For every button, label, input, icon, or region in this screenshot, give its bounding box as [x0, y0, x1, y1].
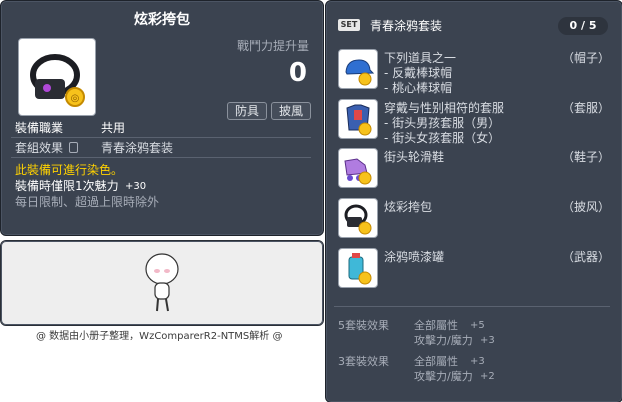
tag-armor: 防具: [227, 102, 267, 120]
set-item-line: 穿戴与性别相符的套服: [384, 101, 505, 115]
set-item-slot: （套服）: [562, 101, 611, 115]
lock-icon: [69, 142, 78, 153]
dye-note: 此裝備可進行染色。: [15, 163, 124, 177]
item-name: 炫彩挎包: [134, 12, 190, 28]
skates-icon: [344, 158, 372, 185]
set-effect-value: +3: [480, 335, 495, 346]
set-effect-stat: 攻擊力/魔力: [414, 370, 473, 383]
set-label: 套組效果: [15, 141, 64, 155]
set-item-icon: [338, 99, 378, 139]
set-item-slot: （帽子）: [562, 51, 611, 65]
set-effect-stat: 全部屬性: [414, 355, 458, 368]
set-item-icon: [338, 49, 378, 89]
set-item-slot: （披风）: [562, 200, 611, 214]
divider: [11, 137, 311, 138]
set-effect-value: +3: [470, 356, 485, 367]
outfit-icon: [346, 104, 372, 136]
item-image: ◎: [18, 38, 96, 116]
set-item-icon: [338, 198, 378, 238]
character-preview-panel: [0, 240, 324, 326]
set-item-line: - 街头女孩套服（女）: [384, 131, 501, 145]
set-item-slot: （鞋子）: [562, 150, 611, 164]
crossbody-bag-icon: ◎: [30, 54, 85, 107]
set-item-slot: （武器）: [562, 250, 611, 264]
set-effect-title: 5套裝效果: [338, 319, 389, 332]
set-effect-title: 3套裝效果: [338, 355, 389, 368]
set-effect-value: +5: [470, 320, 485, 331]
set-effect-stat: 全部屬性: [414, 319, 458, 332]
item-tooltip-panel: 炫彩挎包 ◎ 戰鬥力提升量 0 防具 披風 裝備職業 共用 套組效果 青春涂鸦套…: [0, 0, 324, 236]
set-effect-stat: 攻擊力/魔力: [414, 334, 473, 347]
equip-charm-label: 裝備時僅限1次魅力: [15, 179, 119, 193]
set-item-line: 涂鸦喷漆罐: [384, 250, 445, 264]
set-item-line: - 反戴棒球帽: [384, 66, 453, 80]
set-item-line: - 街头男孩套服（男）: [384, 116, 501, 130]
set-effect-value: +2: [480, 371, 495, 382]
set-panel: SET 青春涂鸦套装 0 / 5 下列道具之一 - 反戴棒球帽 - 桃心棒球帽 …: [325, 0, 622, 402]
set-item-line: 下列道具之一: [384, 51, 457, 65]
set-title: 青春涂鸦套装: [370, 19, 443, 33]
divider: [11, 157, 311, 158]
set-count-badge: 0 / 5: [558, 17, 608, 35]
bag-icon: [344, 204, 372, 235]
job-label: 裝備職業: [15, 121, 64, 135]
footer-credit: @ 数据由小册子整理，WzComparerR2-NTMS解析 @: [36, 331, 283, 342]
set-item-icon: [338, 248, 378, 288]
equip-charm-value: +30: [125, 181, 147, 192]
character-avatar-icon: [145, 253, 179, 312]
set-badge: SET: [338, 19, 360, 31]
spray-can-icon: [348, 253, 372, 285]
set-value[interactable]: 青春涂鸦套装: [101, 141, 173, 155]
atk-increase-value: 0: [288, 58, 307, 88]
set-item-line: 炫彩挎包: [384, 200, 433, 214]
svg-text:◎: ◎: [71, 93, 80, 104]
daily-limit: 每日限制、超過上限時除外: [15, 195, 160, 209]
set-item-line: 街头轮滑鞋: [384, 150, 445, 164]
divider: [334, 306, 610, 307]
set-item-icon: [338, 148, 378, 188]
atk-increase-label: 戰鬥力提升量: [236, 39, 309, 53]
job-value: 共用: [101, 121, 126, 135]
cap-icon: [345, 59, 375, 86]
set-item-line: - 桃心棒球帽: [384, 81, 453, 95]
tag-cape: 披風: [271, 102, 311, 120]
